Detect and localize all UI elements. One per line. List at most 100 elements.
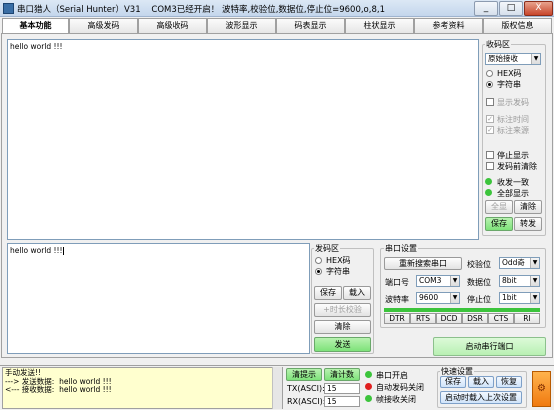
tab-code-table[interactable]: 码表显示 xyxy=(276,18,345,33)
show-send-checkbox[interactable] xyxy=(486,98,494,106)
tab-basic[interactable]: 基本功能 xyxy=(2,18,69,34)
auto-send-label: 自动发码关闭 xyxy=(376,383,424,392)
send-hex-radio[interactable] xyxy=(315,257,322,264)
app-title: 串口猎人（Serial Hunter）V31 xyxy=(17,5,141,15)
mark-time-checkbox[interactable]: ✓ xyxy=(486,115,494,123)
clear-before-send-checkbox[interactable] xyxy=(486,162,494,170)
rescan-ports-button[interactable]: 重新搜索串口 xyxy=(384,257,462,270)
clear-tip-button[interactable]: 清提示 xyxy=(286,368,322,381)
tab-reference[interactable]: 参考资料 xyxy=(414,18,483,33)
tab-copyright[interactable]: 版权信息 xyxy=(483,18,552,33)
signal-led-strip xyxy=(384,308,540,312)
tab-advanced-receive[interactable]: 高级收码 xyxy=(138,18,207,33)
port-open-label: 串口开启 xyxy=(376,371,408,380)
rx-label: RX(ASCI): xyxy=(287,397,326,406)
send-button[interactable]: 发送 xyxy=(314,337,371,352)
baud-value: 9600 xyxy=(419,293,439,302)
databits-label: 数据位 xyxy=(467,278,491,287)
tab-bar: 基本功能 高级发码 高级收码 波形显示 码表显示 柱状显示 参考资料 版权信息 xyxy=(0,18,554,34)
rx-one-led-icon xyxy=(485,178,492,185)
receive-hex-label: HEX码 xyxy=(497,69,522,78)
settings-gear-icon[interactable]: ⚙ xyxy=(532,371,551,407)
serial-settings-label: 串口设置 xyxy=(384,243,418,254)
tab-waveform[interactable]: 波形显示 xyxy=(207,18,276,33)
mark-source-checkbox[interactable]: ✓ xyxy=(486,126,494,134)
parity-label: 校验位 xyxy=(467,260,491,269)
receive-mode-select[interactable]: 原始接收 ▼ xyxy=(485,53,541,65)
signal-dsr: DSR xyxy=(462,313,488,324)
chevron-down-icon: ▼ xyxy=(530,276,539,286)
send-load-button[interactable]: 载入 xyxy=(343,286,371,300)
send-group-label: 发码区 xyxy=(314,243,340,254)
open-port-button[interactable]: 启动串行端口 xyxy=(433,337,546,356)
log-area[interactable]: 手动发送!! ---> 发送数据: hello world !!! <--- 接收数… xyxy=(2,367,283,409)
stopbits-value: 1bit xyxy=(502,293,517,302)
port-label: 端口号 xyxy=(385,278,409,287)
log-line: <--- 接收数据: hello world !!! xyxy=(5,385,112,394)
baud-label: 波特率 xyxy=(385,295,409,304)
send-clear-button[interactable]: 清除 xyxy=(314,320,371,334)
close-button[interactable]: X xyxy=(524,1,553,16)
stop-display-checkbox[interactable] xyxy=(486,151,494,159)
receive-string-label: 字符串 xyxy=(497,80,521,89)
checksum-button[interactable]: +时长校验 xyxy=(314,303,371,317)
tx-count: 15 xyxy=(324,383,360,394)
select-all-button[interactable]: 全显 xyxy=(485,200,513,214)
qs-load-button[interactable]: 载入 xyxy=(468,376,494,388)
send-hex-label: HEX码 xyxy=(326,256,351,265)
signal-dtr[interactable]: DTR xyxy=(384,313,410,324)
receive-group-label: 收码区 xyxy=(485,39,511,50)
stopbits-select[interactable]: 1bit ▼ xyxy=(499,292,540,304)
tab-advanced-send[interactable]: 高级发码 xyxy=(69,18,138,33)
frame-rx-led-icon xyxy=(365,395,372,402)
window-title: 串口猎人（Serial Hunter）V31 COM3已经开启！ 波特率,校验位… xyxy=(17,3,385,15)
parity-select[interactable]: Odd奇 ▼ xyxy=(499,257,540,269)
show-send-label: 显示发码 xyxy=(497,98,529,107)
databits-select[interactable]: 8bit ▼ xyxy=(499,275,540,287)
text-cursor-icon xyxy=(62,247,64,255)
qs-restore-button[interactable]: 恢复 xyxy=(496,376,522,388)
baud-select[interactable]: 9600 ▼ xyxy=(416,292,460,304)
app-icon xyxy=(3,3,14,14)
clear-before-send-label: 发码前清除 xyxy=(497,162,537,171)
frame-rx-label: 帧接收关闭 xyxy=(376,395,416,404)
log-scrollbar[interactable] xyxy=(272,367,282,409)
chevron-down-icon: ▼ xyxy=(530,293,539,303)
title-bar: 串口猎人（Serial Hunter）V31 COM3已经开启！ 波特率,校验位… xyxy=(0,0,554,17)
port-select[interactable]: COM3 ▼ xyxy=(416,275,460,287)
receive-textarea[interactable]: hello world !!! xyxy=(7,39,479,240)
receive-string-radio[interactable] xyxy=(486,81,493,88)
send-textarea[interactable]: hello world !!! xyxy=(7,243,310,354)
stopbits-label: 停止位 xyxy=(467,295,491,304)
rx-count: 15 xyxy=(324,396,360,407)
chevron-down-icon: ▼ xyxy=(531,54,540,64)
receive-clear-button[interactable]: 清除 xyxy=(514,200,542,214)
rx-one-label: 收发一致 xyxy=(497,178,529,187)
receive-hex-radio[interactable] xyxy=(486,70,493,77)
signal-cts: CTS xyxy=(488,313,514,324)
auto-send-led-icon xyxy=(365,383,372,390)
qs-save-button[interactable]: 保存 xyxy=(440,376,466,388)
transfer-button[interactable]: 转发 xyxy=(514,217,542,231)
stop-display-label: 停止显示 xyxy=(497,151,529,160)
databits-value: 8bit xyxy=(502,276,517,285)
receive-save-button[interactable]: 保存 xyxy=(485,217,513,231)
show-all-led-icon xyxy=(485,189,492,196)
send-string-radio[interactable] xyxy=(315,268,322,275)
chevron-down-icon: ▼ xyxy=(450,293,459,303)
signal-dcd: DCD xyxy=(436,313,462,324)
port-value: COM3 xyxy=(419,276,442,285)
signal-rts[interactable]: RTS xyxy=(410,313,436,324)
tab-bar-chart[interactable]: 柱状显示 xyxy=(345,18,414,33)
title-status: COM3已经开启！ 波特率,校验位,数据位,停止位=9600,o,8,1 xyxy=(151,5,385,15)
maximize-button[interactable]: □ xyxy=(499,1,523,16)
minimize-button[interactable]: _ xyxy=(474,1,498,16)
send-text: hello world !!! xyxy=(10,246,63,255)
qs-autoload-button[interactable]: 启动时载入上次设置 xyxy=(440,391,522,404)
clear-count-button[interactable]: 清计数 xyxy=(324,368,360,381)
chevron-down-icon: ▼ xyxy=(450,276,459,286)
parity-value: Odd奇 xyxy=(502,258,525,267)
send-string-label: 字符串 xyxy=(326,267,350,276)
send-save-button[interactable]: 保存 xyxy=(314,286,342,300)
show-all-label: 全部显示 xyxy=(497,189,529,198)
